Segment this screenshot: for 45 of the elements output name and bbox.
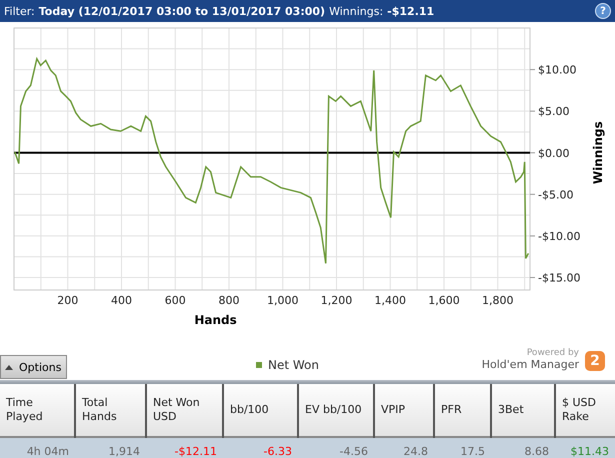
y-tick-label: $10.00 (538, 64, 576, 77)
table-cell: 17.5 (434, 437, 491, 458)
caret-icon (5, 364, 13, 370)
table-cell: -4.56 (298, 437, 374, 458)
table-cell: 8.68 (491, 437, 555, 458)
column-header[interactable]: $ USD Rake (555, 384, 615, 437)
x-tick-label: 400 (111, 294, 132, 307)
y-tick-label: -$10.00 (538, 230, 580, 243)
options-button[interactable]: Options (0, 355, 67, 379)
filter-label: Filter: (4, 4, 35, 18)
x-axis-title: Hands (194, 313, 237, 327)
y-axis-title: Winnings (591, 121, 605, 184)
column-header[interactable]: PFR (434, 384, 491, 437)
filter-value: Today (12/01/2017 03:00 to 13/01/2017 03:00) (38, 4, 326, 18)
product-name: Hold'em Manager (482, 358, 579, 371)
x-tick-label: 600 (164, 294, 186, 307)
column-header[interactable]: 3Bet (491, 384, 555, 437)
column-header[interactable]: Time Played (0, 384, 75, 437)
y-tick-label: $0.00 (538, 146, 570, 160)
x-tick-label: 1,600 (428, 294, 460, 307)
table-cell: $11.43 (555, 437, 615, 458)
y-tick-label: -$15.00 (538, 272, 580, 285)
x-tick-label: 1,800 (482, 294, 514, 307)
column-header[interactable]: EV bb/100 (298, 384, 374, 437)
table-cell: 24.8 (374, 437, 434, 458)
logo-badge: 2 (585, 351, 605, 371)
column-header[interactable]: Total Hands (75, 384, 146, 437)
x-tick-label: 1,000 (267, 294, 298, 307)
column-header[interactable]: Net Won USD (146, 384, 223, 437)
table-cell: -$12.11 (146, 437, 223, 458)
powered-by-text: Powered by (526, 348, 579, 358)
x-tick-label: 1,200 (320, 294, 352, 307)
table-cell: 1,914 (75, 437, 146, 458)
x-tick-label: 1,400 (374, 294, 406, 307)
table-cell: 4h 04m (0, 437, 75, 458)
column-header[interactable]: VPIP (374, 384, 434, 437)
x-tick-label: 200 (57, 294, 78, 307)
winnings-value: -$12.11 (387, 4, 434, 18)
y-tick-label: $5.00 (538, 105, 570, 118)
legend-label: Net Won (268, 358, 319, 372)
column-header[interactable]: bb/100 (223, 384, 298, 437)
table-cell: -6.33 (223, 437, 298, 458)
winnings-label: Winnings: (329, 4, 384, 18)
x-tick-label: 800 (218, 294, 240, 307)
y-tick-label: -$5.00 (538, 188, 574, 202)
